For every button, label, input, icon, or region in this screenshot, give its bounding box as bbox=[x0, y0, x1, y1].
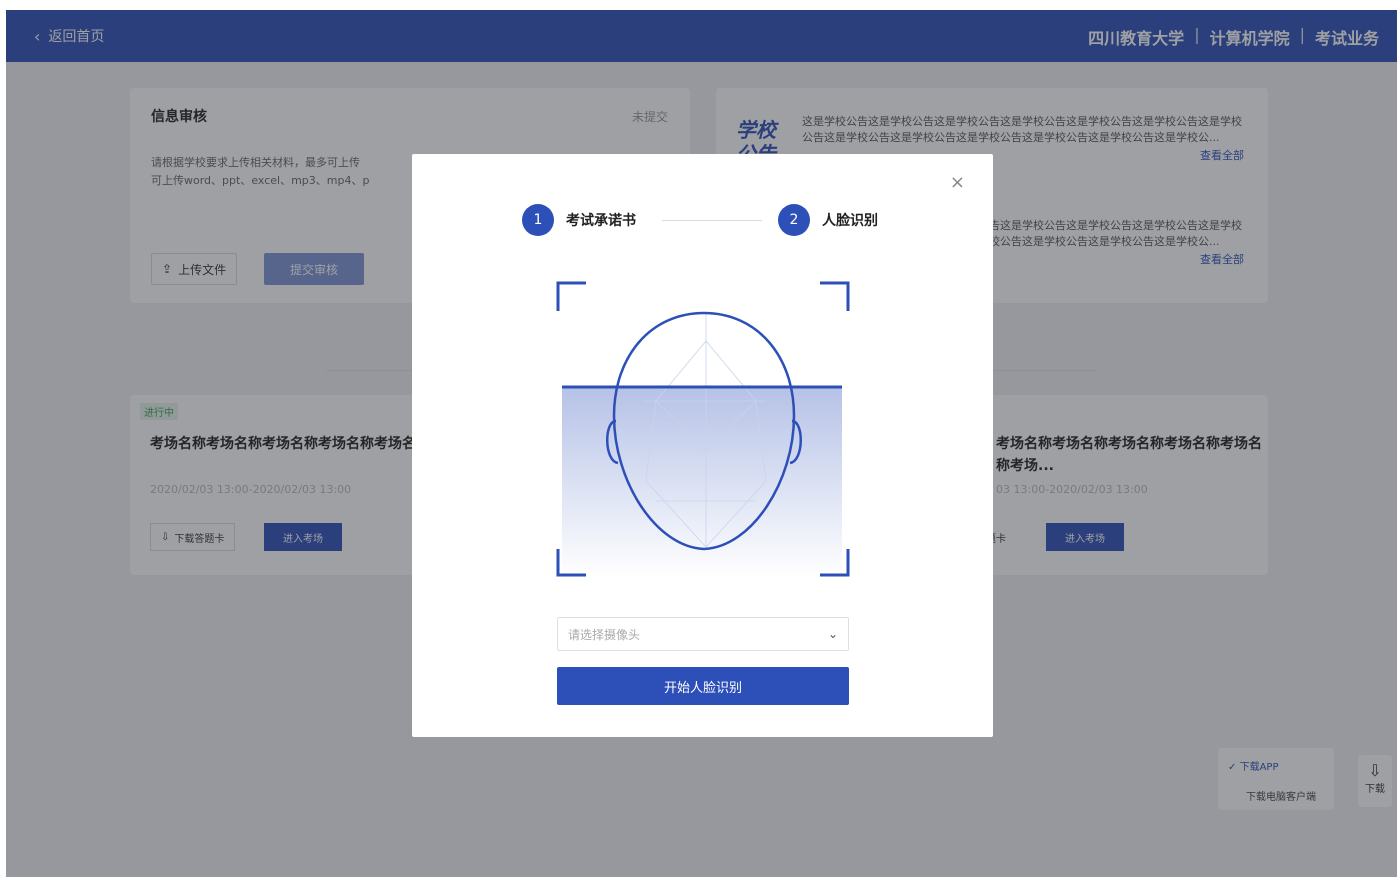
step-label: 考试承诺书 bbox=[566, 213, 636, 229]
face-scan-illustration bbox=[556, 281, 850, 577]
step-label: 人脸识别 bbox=[822, 213, 878, 229]
face-recognition-modal: × 1 考试承诺书 2 人脸识别 请选择摄像头 ⌄ 开始人脸识别 bbox=[412, 154, 993, 737]
close-icon[interactable]: × bbox=[950, 172, 965, 193]
step-commitment: 1 考试承诺书 bbox=[522, 204, 636, 236]
chevron-down-icon: ⌄ bbox=[827, 627, 838, 641]
frame-corner bbox=[820, 281, 850, 311]
step-connector bbox=[662, 220, 762, 221]
start-face-recognition-button[interactable]: 开始人脸识别 bbox=[557, 667, 849, 705]
camera-select-placeholder: 请选择摄像头 bbox=[568, 627, 641, 642]
step-number: 2 bbox=[778, 204, 810, 236]
camera-select[interactable]: 请选择摄像头 ⌄ bbox=[557, 617, 849, 651]
page-frame: ‹ 返回首页 四川教育大学 | 计算机学院 | 考试业务 信息审核 未提交 请根… bbox=[6, 10, 1397, 877]
step-indicator: 1 考试承诺书 2 人脸识别 bbox=[522, 204, 892, 240]
step-number: 1 bbox=[522, 204, 554, 236]
step-face-recognition: 2 人脸识别 bbox=[778, 204, 878, 236]
frame-corner bbox=[556, 281, 586, 311]
